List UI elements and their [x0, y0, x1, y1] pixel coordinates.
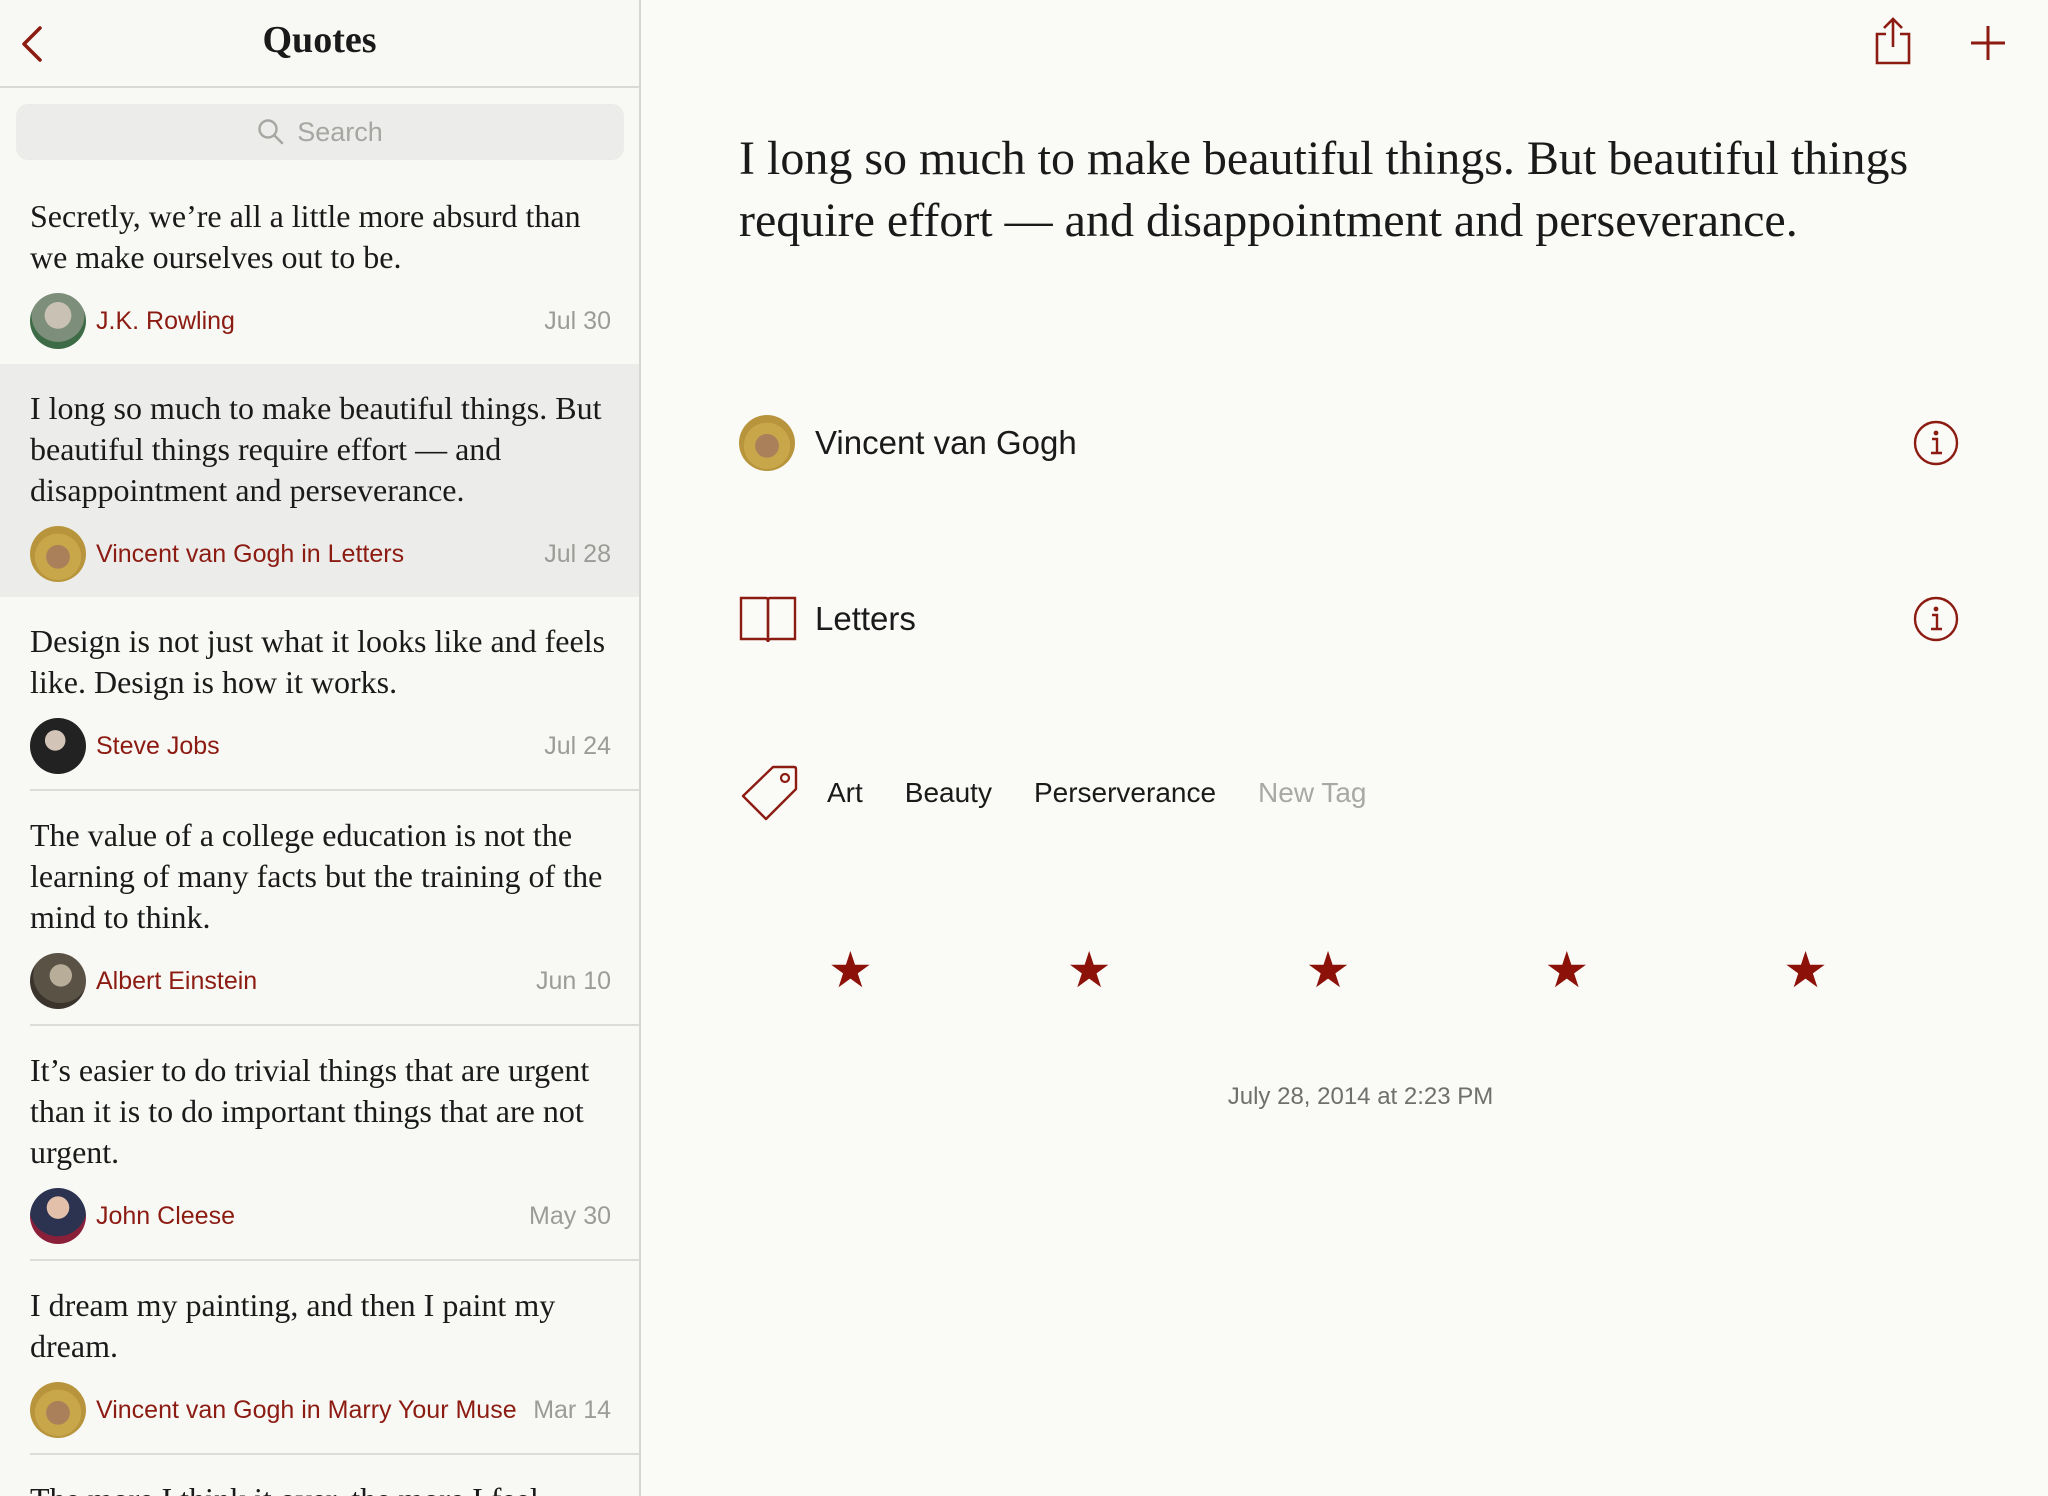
- list-item-quote: I dream my painting, and then I paint my…: [30, 1287, 556, 1364]
- source-title: Letters: [815, 600, 916, 637]
- list-item-selected[interactable]: I long so much to make beautiful things.…: [0, 364, 639, 597]
- tag-perserverance[interactable]: Perserverance: [1034, 777, 1216, 809]
- list-item-author[interactable]: Vincent van Gogh in Letters: [96, 540, 404, 569]
- list-item-quote: Design is not just what it looks like an…: [30, 623, 606, 700]
- tag-icon: [741, 765, 798, 821]
- quotes-sidebar: Quotes Search Secretly, we’re all a litt…: [0, 0, 641, 1496]
- author-name: Vincent van Gogh: [815, 424, 1077, 461]
- quote-detail: I long so much to make beautiful things.…: [643, 0, 2048, 1496]
- quote-text[interactable]: I long so much to make beautiful things.…: [739, 128, 1919, 252]
- list-item-quote: I long so much to make beautiful things.…: [30, 390, 602, 508]
- avatar: [739, 415, 795, 471]
- list-item-quote: Secretly, we’re all a little more absurd…: [30, 198, 581, 275]
- list-item-meta: J.K. Rowling Jul 30: [30, 278, 611, 364]
- list-item-date: Jul 28: [544, 539, 611, 568]
- star-rating: ★ ★ ★ ★ ★: [828, 945, 1828, 995]
- avatar: [30, 953, 86, 1009]
- list-item[interactable]: It’s easier to do trivial things that ar…: [0, 1026, 639, 1259]
- sidebar-header: Quotes: [0, 0, 639, 88]
- list-item-meta: Albert Einstein Jun 10: [30, 938, 611, 1024]
- list-item-quote: The more I think it over, the more I fee…: [30, 1479, 611, 1496]
- list-item-author[interactable]: Albert Einstein: [96, 967, 257, 996]
- quotes-list: Secretly, we’re all a little more absurd…: [0, 172, 639, 1496]
- list-item[interactable]: Design is not just what it looks like an…: [0, 597, 639, 789]
- search-icon: [258, 119, 284, 145]
- source-row[interactable]: Letters: [739, 589, 1959, 649]
- search-placeholder: Search: [297, 116, 383, 147]
- list-item-date: Jul 30: [544, 306, 611, 335]
- list-item-author[interactable]: J.K. Rowling: [96, 307, 235, 336]
- star-icon-1[interactable]: ★: [828, 945, 873, 995]
- list-item-date: Jul 24: [544, 731, 611, 760]
- avatar: [30, 293, 86, 349]
- tags-row: Art Beauty Perserverance New Tag: [739, 763, 1366, 823]
- book-icon: [739, 596, 797, 643]
- list-item-meta: Vincent van Gogh in Letters Jul 28: [30, 511, 611, 597]
- new-tag-button[interactable]: New Tag: [1258, 777, 1366, 809]
- list-item-date: May 30: [529, 1201, 611, 1230]
- plus-icon[interactable]: [1969, 24, 2007, 62]
- tag-beauty[interactable]: Beauty: [905, 777, 992, 809]
- list-item-meta: Vincent van Gogh in Marry Your Muse Mar …: [30, 1367, 611, 1453]
- list-item-author[interactable]: Steve Jobs: [96, 732, 220, 761]
- share-icon[interactable]: [1871, 16, 1915, 66]
- list-item-quote: The value of a college education is not …: [30, 817, 603, 935]
- tag-art[interactable]: Art: [827, 777, 863, 809]
- avatar: [30, 1188, 86, 1244]
- page-title: Quotes: [262, 19, 377, 61]
- created-timestamp: July 28, 2014 at 2:23 PM: [1227, 1083, 1494, 1110]
- search-input[interactable]: Search: [16, 104, 624, 160]
- list-item[interactable]: The value of a college education is not …: [0, 791, 639, 1024]
- author-row[interactable]: Vincent van Gogh: [739, 413, 1959, 473]
- list-item-date: Jun 10: [535, 966, 611, 995]
- list-item-quote: It’s easier to do trivial things that ar…: [30, 1052, 590, 1170]
- star-icon-4[interactable]: ★: [1544, 945, 1589, 995]
- star-icon-3[interactable]: ★: [1306, 945, 1351, 995]
- avatar: [30, 718, 86, 774]
- info-icon[interactable]: [1913, 420, 1959, 466]
- list-item[interactable]: The more I think it over, the more I fee…: [0, 1455, 639, 1496]
- list-item-author[interactable]: Vincent van Gogh in Marry Your Muse: [96, 1396, 517, 1425]
- list-item-date: Mar 14: [533, 1395, 611, 1424]
- star-icon-5[interactable]: ★: [1783, 945, 1828, 995]
- info-icon[interactable]: [1913, 596, 1959, 642]
- list-item-meta: Steve Jobs Jul 24: [30, 703, 611, 789]
- avatar: [30, 1382, 86, 1438]
- avatar: [30, 526, 86, 582]
- list-item-meta: John Cleese May 30: [30, 1173, 611, 1259]
- list-item[interactable]: I dream my painting, and then I paint my…: [0, 1261, 639, 1453]
- list-item[interactable]: Secretly, we’re all a little more absurd…: [0, 172, 639, 364]
- list-item-author[interactable]: John Cleese: [96, 1202, 235, 1231]
- star-icon-2[interactable]: ★: [1067, 945, 1112, 995]
